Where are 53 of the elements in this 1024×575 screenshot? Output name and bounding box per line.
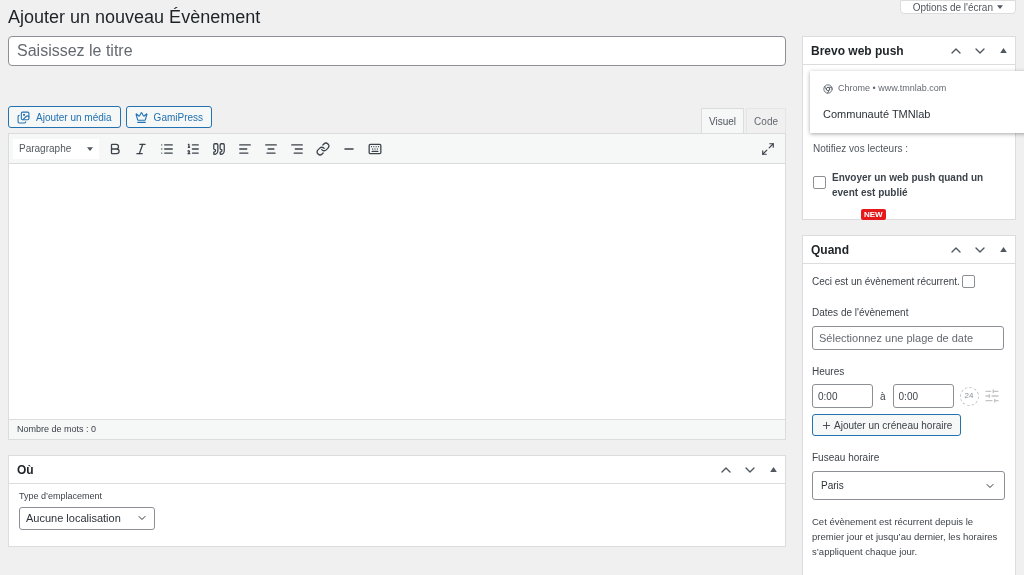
- notification-source: Chrome • www.tmnlab.com: [838, 82, 947, 95]
- timezone-label: Fuseau horaire: [812, 451, 881, 465]
- media-icon: [17, 110, 30, 124]
- fullscreen-icon[interactable]: [761, 141, 775, 156]
- editor-tab[interactable]: Code: [746, 108, 786, 133]
- box-title: Quand: [811, 241, 850, 259]
- numbered-list-icon[interactable]: [186, 141, 200, 156]
- collapse-icon[interactable]: [770, 467, 777, 472]
- box-title: Où: [17, 461, 35, 479]
- location-type-select[interactable]: Aucune localisation: [19, 506, 155, 530]
- screen-options-button[interactable]: Options de l'écran: [899, 0, 1016, 14]
- dates-label: Dates de l'évènement: [812, 306, 910, 320]
- add-media-button[interactable]: Ajouter un média: [8, 106, 121, 128]
- keyboard-icon[interactable]: [368, 141, 382, 156]
- collapse-icon[interactable]: [1000, 247, 1007, 252]
- caret-icon: [87, 146, 93, 151]
- align-left-icon[interactable]: [238, 141, 252, 156]
- time-separator: à: [879, 389, 887, 404]
- timezone-select[interactable]: Paris: [812, 471, 1005, 500]
- collapse-icon[interactable]: [1000, 48, 1007, 53]
- bold-icon[interactable]: [108, 141, 122, 156]
- bulleted-list-icon[interactable]: [160, 141, 174, 156]
- notification-title: Communauté TMNlab: [823, 106, 932, 122]
- checkbox-label: Envoyer un web push quand un event est publié: [832, 171, 985, 200]
- recurrence-note: Cet évènement est récurrent depuis le premier jour et jusqu’au dernier, les horaires s’appliquent chaque jour.: [812, 515, 999, 559]
- add-time-slot-button[interactable]: Ajouter un créneau horaire: [812, 414, 962, 436]
- browser-icon: [823, 83, 833, 94]
- date-range-field[interactable]: Sélectionnez une plage de date: [812, 326, 1004, 350]
- sliders-icon[interactable]: [982, 388, 1001, 404]
- plus-icon: [821, 419, 832, 431]
- page-title: Ajouter un nouveau Évènement: [8, 6, 261, 29]
- word-count: Nombre de mots : 0: [17, 422, 97, 436]
- field-label: Type d’emplacement: [19, 490, 104, 503]
- align-center-icon[interactable]: [264, 141, 278, 156]
- italic-icon[interactable]: [134, 141, 148, 156]
- editor-tab[interactable]: Visuel: [701, 108, 745, 133]
- notify-label: Notifiez vos lecteurs :: [813, 142, 910, 156]
- align-right-icon[interactable]: [290, 141, 304, 156]
- end-time-field[interactable]: 0:00: [892, 384, 954, 408]
- link-icon[interactable]: [316, 141, 330, 156]
- checkbox[interactable]: [813, 176, 826, 189]
- caret-icon: [997, 5, 1003, 9]
- crown-icon: [134, 110, 148, 124]
- box-title: Brevo web push: [811, 42, 905, 60]
- checkbox[interactable]: [961, 275, 975, 288]
- recurring-label: Ceci est un évènement récurrent.: [812, 275, 960, 289]
- title-field[interactable]: Saisissez le titre: [8, 36, 786, 66]
- gamipress-button[interactable]: GamiPress: [125, 106, 213, 128]
- new-badge: NEW: [861, 209, 886, 220]
- quote-icon[interactable]: [212, 141, 226, 156]
- start-time-field[interactable]: 0:00: [812, 384, 873, 408]
- hours-label: Heures: [812, 365, 846, 379]
- format-select[interactable]: Paragraphe: [13, 138, 99, 159]
